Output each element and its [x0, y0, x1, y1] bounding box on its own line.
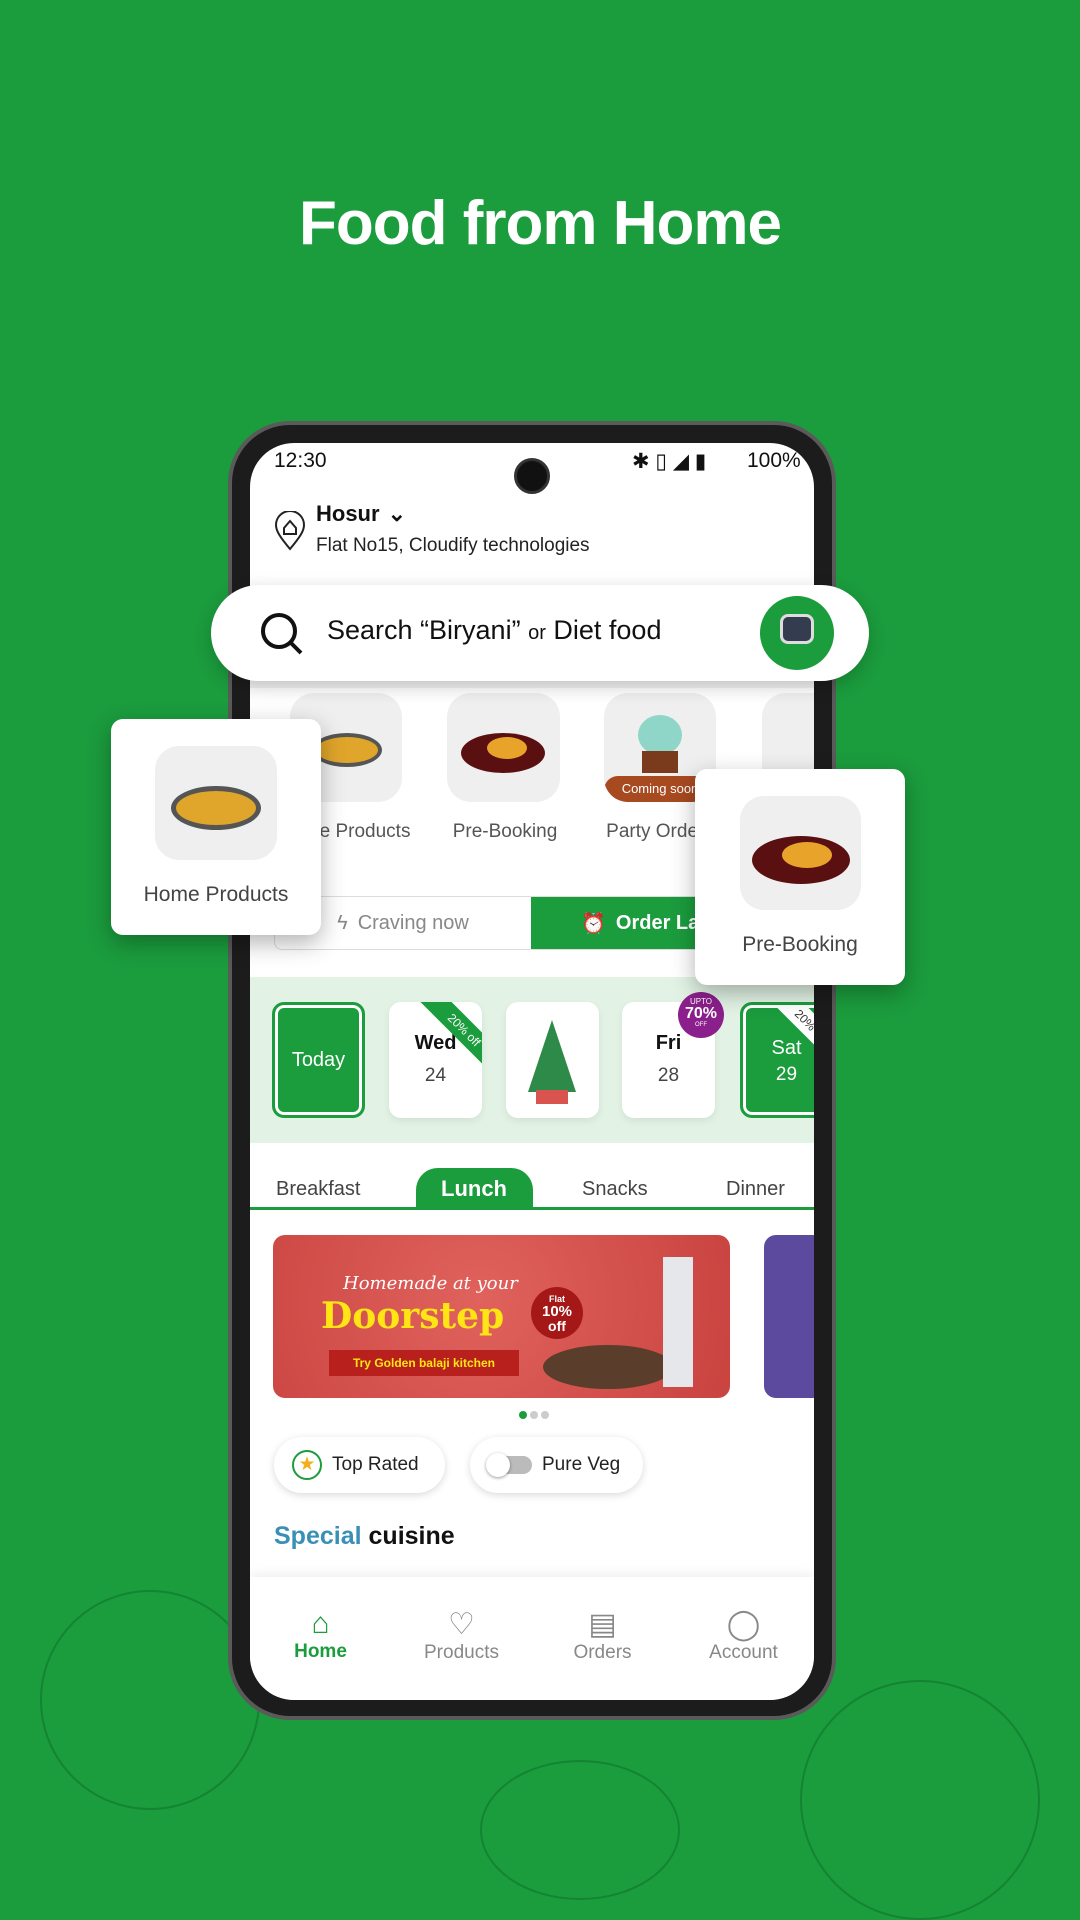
background-doodle [40, 1590, 260, 1810]
pre-booking-label: Pre-Booking [742, 933, 858, 956]
chevron-down-icon: ⌄ [387, 501, 406, 526]
home-products-label: Home Products [143, 883, 289, 906]
banner-script: Homemade at your [343, 1273, 518, 1294]
banner-headline: Doorstep [321, 1295, 505, 1337]
pure-veg-filter[interactable]: Pure Veg [470, 1437, 643, 1493]
heart-icon: ♡ [448, 1608, 475, 1641]
home-icon: ⌂ [311, 1607, 330, 1640]
date-card-sat[interactable]: 20% off Sat 29 [740, 1002, 814, 1118]
date-card-wed[interactable]: 20% off Wed 24 [389, 1002, 482, 1118]
nav-account[interactable]: ◯ Account [684, 1607, 804, 1700]
date-number: 24 [424, 1065, 447, 1086]
nav-home[interactable]: ⌂ Home [261, 1607, 381, 1700]
ai-assistant-robot-icon[interactable] [760, 596, 834, 670]
bottom-nav: ⌂ Home ♡ Products ▤ Orders ◯ Account [250, 1577, 814, 1700]
status-time: 12:30 [274, 449, 327, 472]
category-pre-booking[interactable] [447, 693, 560, 802]
lightning-icon: ϟ [337, 911, 348, 934]
date-day: Sat [771, 1037, 802, 1059]
search-placeholder: Search “Biryani” or Diet food [327, 615, 662, 645]
christmas-tree-image [528, 1020, 576, 1092]
date-card-fri[interactable]: UPTO 70% OFF Fri 28 [622, 992, 724, 1118]
tab-lunch[interactable]: Lunch [441, 1176, 507, 1202]
offer-bubble: Flat 10% off [531, 1287, 583, 1339]
star-icon: ★ [292, 1450, 322, 1480]
nav-products[interactable]: ♡ Products [402, 1607, 522, 1700]
pure-veg-toggle[interactable] [486, 1453, 532, 1477]
headline: Food from Home [299, 189, 782, 258]
date-number: 28 [657, 1065, 680, 1086]
nav-orders[interactable]: ▤ Orders [543, 1607, 663, 1700]
date-strip: Today 20% off Wed 24 UPTO 70% OFF Fri 28 2… [250, 977, 814, 1143]
search-bar[interactable]: Search “Biryani” or Diet food [211, 585, 869, 681]
upto-70-badge: UPTO 70% OFF [678, 992, 724, 1038]
location-city: Hosur [316, 501, 380, 526]
receipt-icon: ▤ [588, 1608, 617, 1641]
background-doodle [480, 1760, 680, 1900]
user-icon: ◯ [726, 1608, 761, 1641]
top-rated-filter[interactable]: ★ Top Rated [274, 1437, 445, 1493]
category-label: Pre-Booking [452, 821, 558, 842]
promo-banner[interactable]: Homemade at your Doorstep Flat 10% off Try… [273, 1235, 730, 1398]
next-banner[interactable] [764, 1235, 814, 1398]
battery-level: 100% [747, 449, 801, 472]
location-pin-icon[interactable] [274, 510, 306, 551]
location-address: Flat No15, Cloudify technologies [316, 535, 590, 556]
pre-booking-image [740, 796, 861, 910]
front-camera [514, 458, 550, 494]
home-products-image [155, 746, 277, 860]
date-card-today[interactable]: Today [272, 1002, 365, 1118]
location-selector[interactable]: Hosur ⌄ [316, 501, 406, 527]
date-number: 29 [775, 1064, 798, 1085]
home-products-card[interactable]: Home Products [111, 719, 321, 935]
tab-dinner[interactable]: Dinner [726, 1178, 785, 1201]
door-image [663, 1257, 693, 1387]
date-card-christmas[interactable] [506, 1002, 599, 1118]
food-plate-image [543, 1345, 673, 1389]
section-title: Special cuisine [274, 1522, 455, 1550]
pre-booking-card[interactable]: Pre-Booking [695, 769, 905, 985]
alarm-clock-icon: ⏰ [581, 912, 606, 935]
search-icon [259, 611, 305, 662]
carousel-dots [519, 1411, 549, 1419]
background-doodle [800, 1680, 1040, 1920]
tab-breakfast[interactable]: Breakfast [276, 1178, 360, 1201]
tab-snacks[interactable]: Snacks [582, 1178, 648, 1201]
status-icons: ✱ ▯ ◢ ▮ [632, 450, 707, 473]
banner-cta: Try Golden balaji kitchen [329, 1350, 519, 1376]
gift-boxes [536, 1090, 568, 1104]
